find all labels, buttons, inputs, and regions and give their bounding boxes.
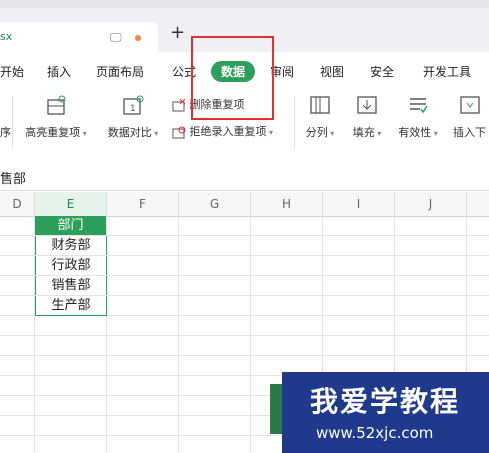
highlight-duplicates-button[interactable]: 高亮重复项 ▾ [20, 94, 92, 140]
monitor-icon[interactable]: 🖵 [110, 30, 122, 45]
validity-label: 有效性 [398, 126, 432, 139]
highlight-duplicates-label: 高亮重复项 [25, 126, 81, 139]
data-compare-label: 数据对比 [107, 126, 152, 139]
cell-e4[interactable]: 销售部 [35, 276, 107, 295]
watermark-title: 我爱学教程 [310, 385, 461, 418]
fill-button[interactable]: 填充 ▾ [347, 94, 387, 140]
tab-view[interactable]: 视图 [320, 63, 344, 80]
tab-insert[interactable]: 插入 [47, 63, 71, 80]
cell-e3[interactable]: 行政部 [35, 256, 107, 275]
cell-e5[interactable]: 生产部 [35, 296, 107, 316]
reject-duplicates-label: 拒绝录入重复项 [189, 125, 267, 138]
svg-text:1: 1 [130, 104, 136, 114]
column-label: H [281, 197, 292, 211]
cell-e1-header[interactable]: 部门 [35, 216, 106, 235]
column-header-i[interactable]: I [323, 192, 395, 217]
column-label: J [428, 197, 433, 211]
cut-label[interactable]: 序 [0, 124, 11, 140]
tab-home[interactable]: 开始 [0, 63, 24, 80]
reject-duplicates-button[interactable]: 拒绝录入重复项 ▾ [172, 123, 273, 139]
data-compare-button[interactable]: 1 数据对比 ▾ [103, 94, 163, 140]
caret-down-icon: ▾ [151, 129, 159, 138]
caret-down-icon: ▾ [327, 129, 335, 138]
tab-developer[interactable]: 开发工具 [423, 63, 471, 80]
insert-dropdown-label: 插入下 [453, 126, 486, 139]
validity-icon [410, 98, 428, 114]
caret-down-icon: ▾ [374, 129, 382, 138]
column-header-k[interactable] [467, 192, 489, 217]
cell-e2[interactable]: 财务部 [35, 236, 107, 255]
separator [294, 96, 295, 148]
reject-duplicates-icon [172, 126, 186, 138]
column-header-h[interactable]: H [251, 192, 323, 217]
highlight-duplicates-icon [47, 95, 66, 115]
fill-down-icon [357, 96, 377, 114]
validity-button[interactable]: 有效性 ▾ [393, 94, 443, 140]
column-label: F [139, 197, 146, 211]
column-header-j[interactable]: J [395, 192, 467, 217]
unsaved-dot-icon [135, 35, 141, 41]
annotation-highlight-box [191, 36, 274, 120]
column-header-f[interactable]: F [107, 192, 179, 217]
split-column-button[interactable]: 分列 ▾ [300, 94, 340, 140]
split-column-icon [310, 96, 330, 114]
document-tab[interactable]: sx 🖵 [0, 22, 158, 52]
document-filename: sx [0, 30, 13, 43]
column-header-e[interactable]: E [35, 192, 107, 217]
grid-line [0, 355, 489, 356]
watermark-url: www.52xjc.com [316, 424, 434, 442]
formula-bar[interactable]: 售部 [0, 160, 489, 191]
title-strip [0, 0, 489, 8]
watermark: 我爱学教程 www.52xjc.com [282, 372, 489, 453]
grid-line [0, 335, 489, 336]
caret-down-icon: ▾ [80, 129, 87, 138]
column-label: D [12, 197, 22, 211]
column-label: E [66, 197, 75, 211]
separator [12, 96, 13, 148]
column-header-g[interactable]: G [179, 192, 251, 217]
new-tab-button[interactable]: + [170, 22, 185, 43]
caret-down-icon: ▾ [431, 129, 438, 138]
insert-dropdown-button[interactable]: 插入下 [450, 94, 489, 140]
formula-content: 售部 [0, 172, 27, 187]
remove-duplicates-icon [172, 98, 186, 111]
split-column-label: 分列 [305, 126, 328, 139]
data-compare-icon: 1 [123, 95, 144, 115]
column-header-d[interactable]: D [0, 192, 35, 217]
fill-label: 填充 [352, 126, 375, 139]
caret-down-icon: ▾ [266, 128, 274, 137]
tab-security[interactable]: 安全 [370, 63, 394, 80]
column-label: I [356, 197, 361, 211]
insert-dropdown-icon [459, 96, 480, 114]
tab-page-layout[interactable]: 页面布局 [96, 63, 144, 80]
column-label: G [209, 197, 220, 211]
